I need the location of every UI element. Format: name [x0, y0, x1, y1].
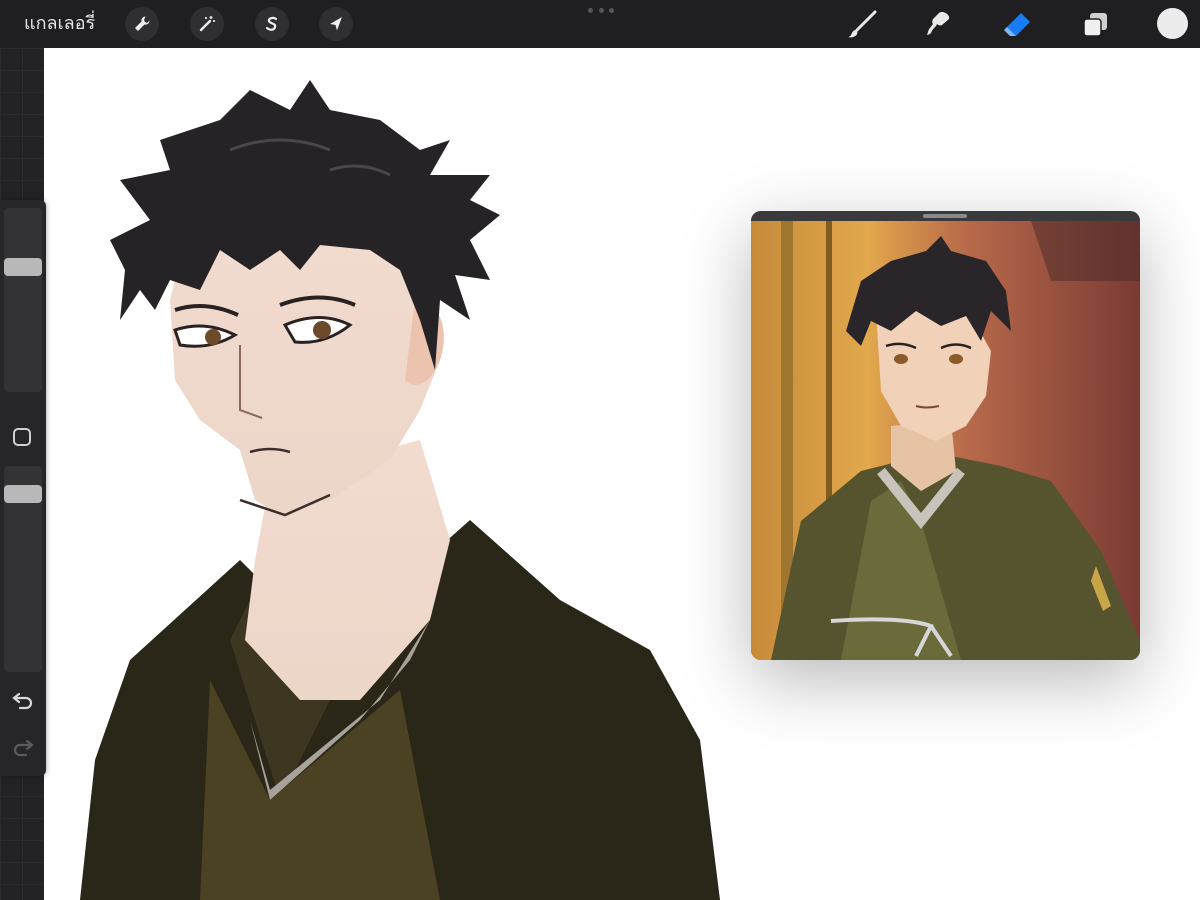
- drag-grip: [588, 8, 614, 14]
- reference-image: [751, 221, 1140, 660]
- gallery-button[interactable]: แกลเลอรี่: [24, 12, 95, 36]
- reference-drag-handle[interactable]: [923, 214, 967, 218]
- top-toolbar: แกลเลอรี่: [0, 0, 1200, 48]
- brush-icon[interactable]: [845, 8, 879, 42]
- modify-button[interactable]: [13, 428, 31, 446]
- brush-size-thumb[interactable]: [4, 258, 42, 276]
- left-sidebar: [0, 200, 46, 776]
- smudge-icon[interactable]: [922, 8, 956, 42]
- wrench-icon[interactable]: [125, 7, 159, 41]
- layers-icon[interactable]: [1079, 8, 1113, 42]
- arrow-cursor-icon[interactable]: [319, 7, 353, 41]
- eraser-icon[interactable]: [1000, 8, 1034, 42]
- redo-icon[interactable]: [11, 735, 35, 759]
- opacity-thumb[interactable]: [4, 485, 42, 503]
- selection-s-icon[interactable]: [255, 7, 289, 41]
- reference-titlebar[interactable]: [751, 211, 1140, 221]
- color-picker-button[interactable]: [1157, 8, 1188, 39]
- reference-window[interactable]: [751, 211, 1140, 660]
- undo-icon[interactable]: [11, 688, 35, 712]
- magic-wand-icon[interactable]: [190, 7, 224, 41]
- brush-size-slider[interactable]: [4, 208, 42, 392]
